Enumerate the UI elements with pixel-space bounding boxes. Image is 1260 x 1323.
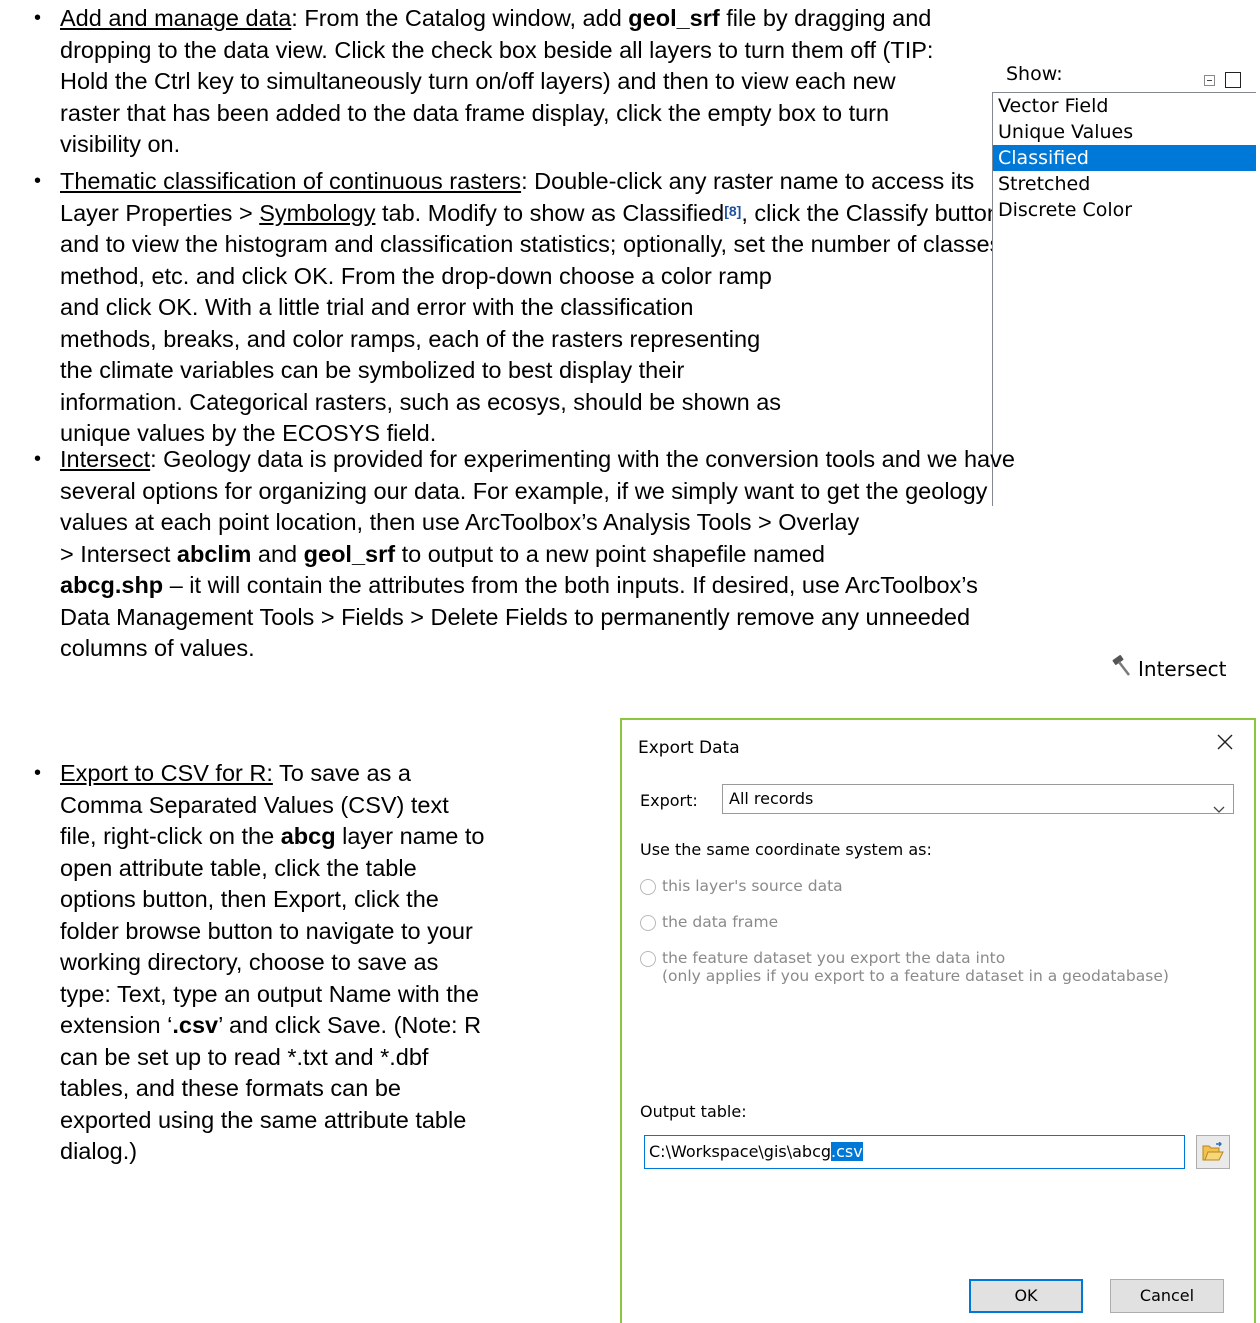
heading-add-manage-data: Add and manage data	[60, 5, 292, 31]
browse-folder-button[interactable]	[1196, 1135, 1230, 1169]
unchecked-box-icon	[1225, 72, 1241, 88]
coordinate-system-label: Use the same coordinate system as:	[640, 840, 932, 859]
show-item-unique-values[interactable]: Unique Values	[993, 119, 1256, 145]
cancel-button[interactable]: Cancel	[1110, 1279, 1224, 1313]
bullet-dot: •	[34, 7, 42, 29]
bullet-dot: •	[34, 170, 42, 192]
output-table-input[interactable]: C:\Workspace\gis\abcg.csv	[644, 1135, 1185, 1169]
radio-circle	[640, 915, 656, 931]
footnote-ref[interactable]: [8]	[724, 203, 741, 219]
export-data-dialog: Export Data Export: All records Use the …	[620, 718, 1256, 1323]
heading-thematic-classification: Thematic classification of continuous ra…	[60, 168, 522, 194]
show-label: Show:	[1006, 63, 1063, 85]
close-icon	[1217, 734, 1233, 750]
dialog-title: Export Data	[638, 738, 740, 758]
show-item-stretched[interactable]: Stretched	[993, 171, 1256, 197]
heading-intersect: Intersect	[60, 446, 151, 472]
bullet-thematic-classification: Thematic classification of continuous ra…	[60, 168, 1008, 446]
radio-circle	[640, 951, 656, 967]
symbology-link: Symbology	[259, 199, 376, 226]
hammer-icon	[1110, 655, 1132, 682]
bullet-dot: •	[34, 762, 42, 784]
intersect-tool[interactable]: Intersect	[1110, 655, 1227, 682]
export-select-value: All records	[729, 789, 814, 808]
bullet-intersect: Intersect: Geology data is provided for …	[60, 446, 1015, 661]
export-label: Export:	[640, 791, 698, 810]
selected-text: .csv	[831, 1142, 863, 1161]
show-item-vector-field[interactable]: Vector Field	[993, 93, 1256, 119]
radio-feature-dataset[interactable]: the feature dataset you export the data …	[640, 949, 1169, 985]
close-button[interactable]	[1210, 728, 1240, 750]
radio-circle	[640, 879, 656, 895]
export-select[interactable]: All records	[722, 784, 1234, 814]
ok-button[interactable]: OK	[969, 1279, 1083, 1313]
collapse-icon	[1204, 74, 1215, 86]
chevron-down-icon	[1213, 795, 1225, 823]
show-item-discrete-color[interactable]: Discrete Color	[993, 197, 1256, 223]
layer-toggle-off	[1204, 72, 1241, 88]
radio-layer-source[interactable]: this layer's source data	[640, 877, 843, 895]
bullet-add-manage-data: Add and manage data: From the Catalog wi…	[60, 5, 934, 157]
radio-data-frame[interactable]: the data frame	[640, 913, 778, 931]
bullet-export-csv: Export to CSV for R: To save as a Comma …	[60, 760, 485, 1164]
heading-export-csv: Export to CSV for R:	[60, 760, 273, 786]
open-folder-icon	[1202, 1142, 1224, 1161]
bullet-dot: •	[34, 448, 42, 470]
output-table-label: Output table:	[640, 1102, 747, 1121]
show-list[interactable]: Vector Field Unique Values Classified St…	[992, 92, 1256, 506]
intersect-tool-label: Intersect	[1138, 656, 1227, 681]
show-item-classified[interactable]: Classified	[993, 145, 1256, 171]
